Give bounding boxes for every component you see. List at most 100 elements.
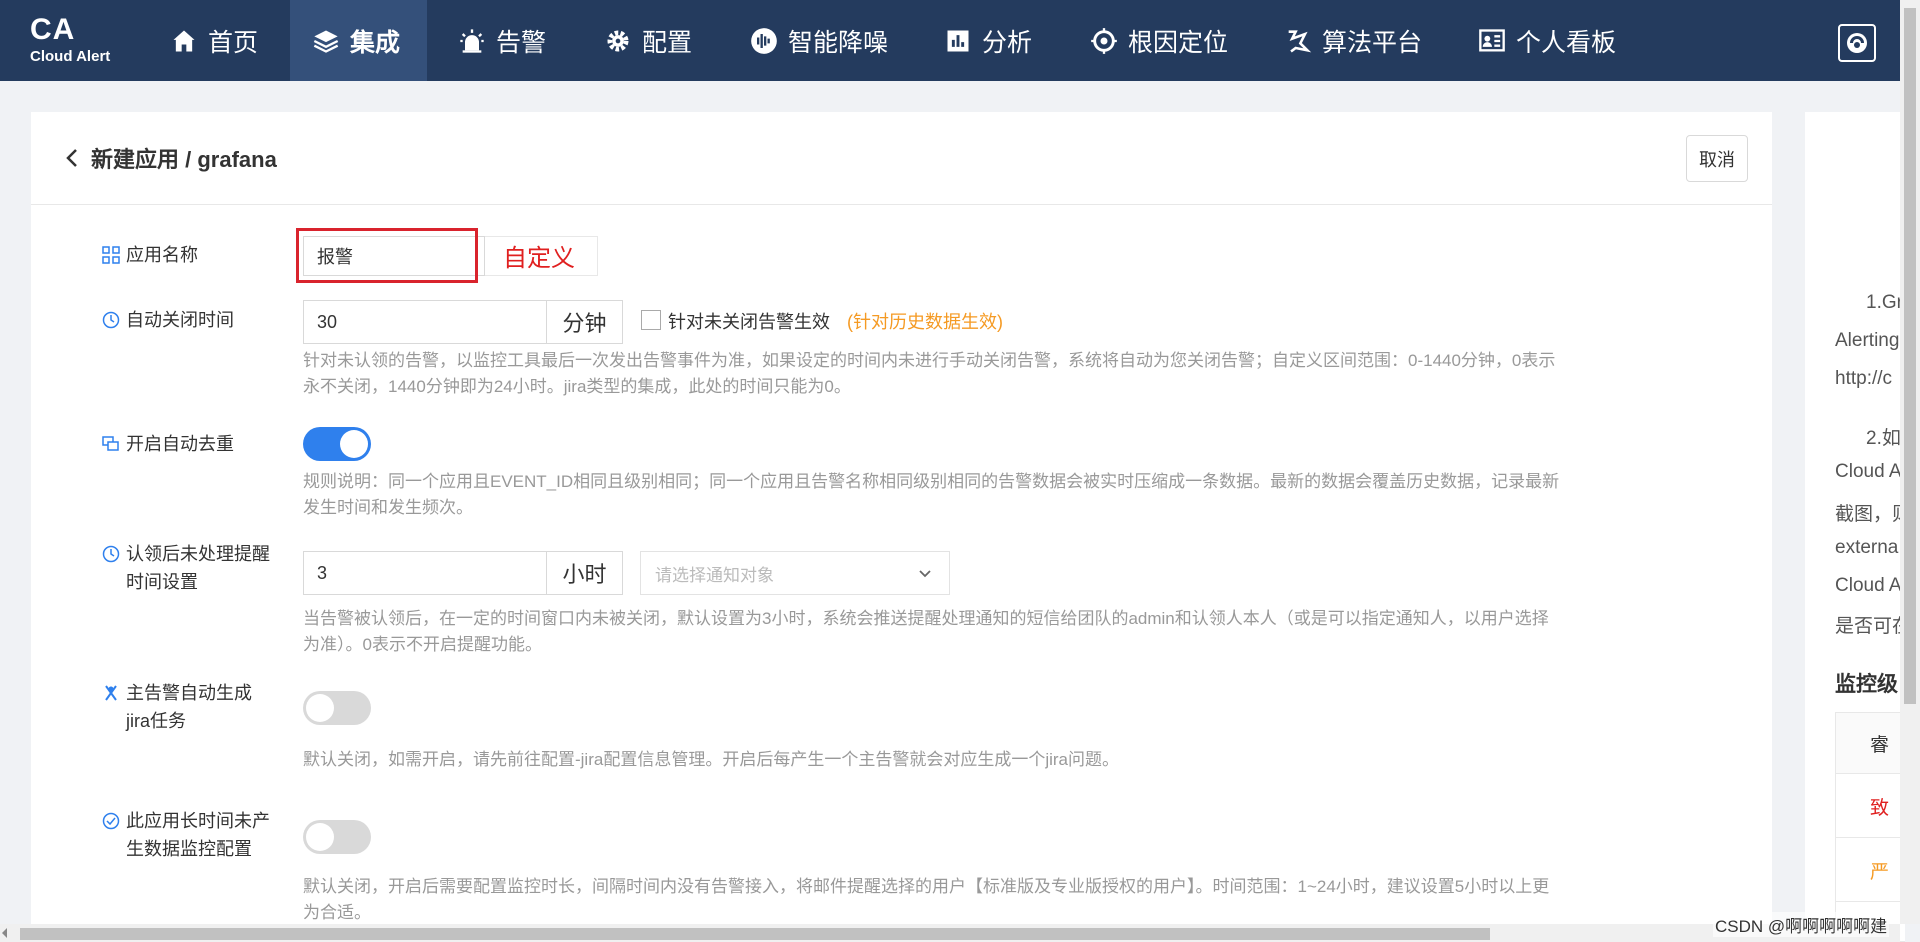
guide-text: http://c: [1835, 368, 1893, 389]
severity-major: 严: [1870, 862, 1890, 883]
auto-close-label: 自动关闭时间: [102, 306, 234, 334]
monitor-icon: [102, 812, 120, 830]
nav-label: 集成: [350, 28, 401, 57]
gear-icon: [607, 30, 629, 51]
no-data-monitor-help: 默认关闭，开启后需要配置监控时长，间隔时间内没有告警接入，将邮件提醒选择的用户【…: [303, 874, 1723, 926]
label-line: jira任务: [126, 711, 187, 731]
reminder-hours-input[interactable]: 3: [303, 551, 547, 595]
no-data-monitor-toggle[interactable]: [303, 820, 371, 854]
table-row: 致: [1836, 773, 1905, 838]
apply-to-open-alerts-checkbox[interactable]: [641, 310, 661, 330]
toggle-knob: [306, 823, 334, 851]
nav-label: 分析: [982, 28, 1033, 57]
alarm-icon: [460, 28, 484, 53]
hours-unit: 小时: [547, 551, 623, 595]
auto-close-help: 针对未认领的告警，以监控工具最后一次发出告警事件为准，如果设定的时间内未进行手动…: [303, 348, 1723, 400]
reminder-label-text: 认领后未处理提醒 时间设置: [126, 540, 270, 596]
nav-label: 配置: [642, 28, 693, 57]
nav-item-personal-dashboard[interactable]: 个人看板: [1456, 0, 1638, 81]
page-title: 新建应用 / grafana: [91, 147, 277, 172]
card-header: 新建应用 / grafana 取消: [31, 112, 1772, 205]
brand-logo[interactable]: CA Cloud Alert: [30, 14, 110, 66]
nav-item-config[interactable]: 配置: [582, 0, 714, 81]
help-line: 永不关闭，1440分钟即为24小时。jira类型的集成，此处的时间只能为0。: [303, 377, 851, 396]
reminder-label: 认领后未处理提醒 时间设置: [102, 540, 270, 596]
auto-close-minutes-input[interactable]: 30: [303, 300, 547, 344]
severity-table: 睿 致 严: [1835, 712, 1905, 942]
help-line: 当告警被认领后，在一定的时间窗口内未被关闭，默认设置为3小时，系统会推送提醒处理…: [303, 609, 1549, 628]
scroll-thumb[interactable]: [1904, 8, 1916, 704]
jira-label: 主告警自动生成 jira任务: [102, 679, 252, 735]
scroll-thumb[interactable]: [20, 928, 1490, 940]
select-placeholder: 请选择通知对象: [655, 565, 774, 585]
minutes-unit: 分钟: [547, 300, 623, 344]
guide-text: Cloud A: [1835, 575, 1902, 596]
nav-item-noise-reduction[interactable]: 智能降噪: [728, 0, 910, 81]
nav-label: 智能降噪: [788, 28, 889, 57]
algorithm-icon: [1288, 29, 1312, 53]
vertical-scrollbar[interactable]: [1900, 0, 1920, 924]
nav-label: 个人看板: [1516, 28, 1617, 57]
nav-item-analysis[interactable]: 分析: [922, 0, 1054, 81]
nav-label: 根因定位: [1128, 28, 1229, 57]
app-name-label: 应用名称: [102, 241, 198, 269]
nav-item-home[interactable]: 首页: [148, 0, 280, 81]
guide-text: 是否可在: [1835, 616, 1905, 637]
label-line: 认领后未处理提醒: [126, 544, 270, 564]
sound-wave-icon: [751, 27, 777, 54]
nav-label: 首页: [208, 28, 259, 57]
no-data-label-text: 此应用长时间未产 生数据监控配置: [126, 807, 270, 863]
reminder-help: 当告警被认领后，在一定的时间窗口内未被关闭，默认设置为3小时，系统会推送提醒处理…: [303, 606, 1723, 658]
label-line: 生数据监控配置: [126, 839, 252, 859]
guide-text: Cloud A: [1835, 461, 1902, 482]
table-header-cell: 睿: [1870, 735, 1890, 756]
guide-text: 截图，则: [1835, 504, 1905, 525]
new-application-card: 新建应用 / grafana 取消 应用名称 报警 自定义 自动关闭时间 30 …: [31, 112, 1772, 942]
guide-text: externa: [1835, 537, 1899, 558]
dashboard-icon: [1479, 28, 1505, 52]
jira-help: 默认关闭，如需开启，请先前往配置-jira配置信息管理。开启后每产生一个主告警就…: [303, 750, 1119, 769]
highlight-box: [296, 228, 478, 283]
custom-annotation: 自定义: [503, 245, 575, 272]
help-line: 为合适。: [303, 903, 371, 922]
target-icon: [1091, 27, 1117, 54]
notify-target-select[interactable]: 请选择通知对象: [640, 551, 950, 595]
nav-label: 告警: [496, 28, 547, 57]
help-line: 规则说明：同一个应用且EVENT_ID相同且级别相同；同一个应用且告警名称相同级…: [303, 472, 1560, 491]
guide-text: Alerting: [1835, 330, 1900, 351]
label-line: 时间设置: [126, 572, 198, 592]
toggle-knob: [340, 430, 368, 458]
chevron-down-icon: [919, 570, 931, 578]
cancel-button[interactable]: 取消: [1686, 135, 1748, 182]
dedup-help: 规则说明：同一个应用且EVENT_ID相同且级别相同；同一个应用且告警名称相同级…: [303, 469, 1723, 521]
watermark: CSDN @啊啊啊啊啊建: [1713, 912, 1890, 937]
nav-item-root-cause[interactable]: 根因定位: [1068, 0, 1250, 81]
jira-icon: [105, 685, 117, 701]
user-menu-button[interactable]: [1838, 24, 1876, 62]
label-line: 主告警自动生成: [126, 683, 252, 703]
table-row: 严: [1836, 837, 1905, 902]
help-line: 发生时间和发生频次。: [303, 498, 473, 517]
nav-label: 算法平台: [1322, 28, 1423, 57]
apply-to-open-alerts-label[interactable]: 针对未关闭告警生效: [668, 308, 830, 334]
bar-chart-icon: [947, 30, 969, 51]
user-avatar-icon: [1847, 33, 1867, 53]
nav-item-algorithm-platform[interactable]: 算法平台: [1262, 0, 1444, 81]
severity-critical: 致: [1870, 798, 1890, 819]
horizontal-scrollbar[interactable]: [0, 924, 1900, 942]
historical-data-hint: (针对历史数据生效): [847, 312, 1003, 332]
nav-item-integration[interactable]: 集成: [290, 0, 427, 81]
guide-text: 2.如: [1866, 428, 1901, 449]
scroll-left-icon[interactable]: [2, 928, 7, 938]
dedup-toggle[interactable]: [303, 427, 371, 461]
grid-icon: [102, 246, 120, 264]
brand-abbrev: CA: [30, 13, 76, 46]
layers-icon: [313, 30, 339, 53]
help-line: 针对未认领的告警，以监控工具最后一次发出告警事件为准，如果设定的时间内未进行手动…: [303, 351, 1556, 370]
brand-name: Cloud Alert: [30, 48, 111, 65]
jira-toggle[interactable]: [303, 691, 371, 725]
top-navigation: CA Cloud Alert 首页 集成 告警 配置 智能降噪 分析 根因定位 …: [0, 0, 1900, 81]
back-arrow-icon[interactable]: [61, 146, 85, 170]
nav-item-alerts[interactable]: 告警: [436, 0, 568, 81]
clock-icon: [102, 545, 120, 563]
